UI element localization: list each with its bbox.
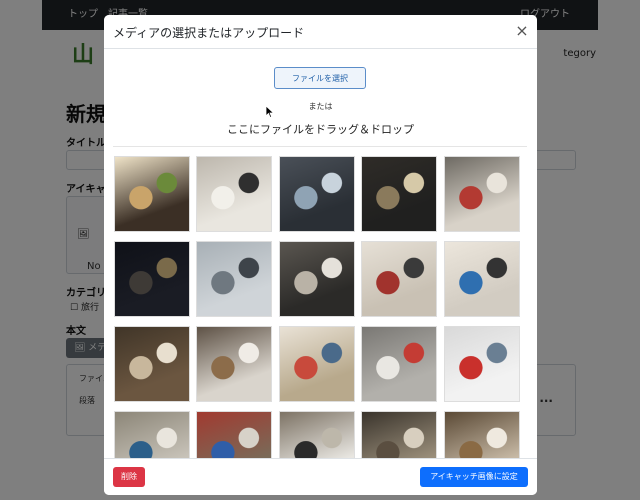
media-thumbnail-ticket-machine-photo[interactable] bbox=[444, 156, 520, 232]
close-icon[interactable]: × bbox=[515, 21, 529, 41]
media-thumbnail-wall-panel-photo[interactable] bbox=[279, 241, 355, 317]
set-eyecatch-button[interactable]: アイキャッチ画像に設定 bbox=[420, 467, 528, 487]
media-thumbnail-souvenir-shop-photo[interactable] bbox=[279, 326, 355, 402]
media-thumbnail-waiting-room-sign-photo[interactable] bbox=[279, 411, 355, 458]
media-grid: ファイルを選択 または ここにファイルをドラッグ＆ドロップ bbox=[104, 15, 537, 458]
media-thumbnail-vending-corner-photo[interactable] bbox=[361, 241, 437, 317]
media-thumbnail-station-hall-photo[interactable] bbox=[361, 326, 437, 402]
modal-footer: 削除 アイキャッチ画像に設定 bbox=[104, 458, 537, 495]
mouse-cursor-icon bbox=[266, 106, 274, 118]
drop-zone-text[interactable]: ここにファイルをドラッグ＆ドロップ bbox=[104, 121, 537, 137]
modal-title: メディアの選択またはアップロード bbox=[113, 26, 305, 40]
media-thumbnail-soba-bowl-photo[interactable] bbox=[114, 156, 190, 232]
media-thumbnail-drink-vending-photo[interactable] bbox=[196, 411, 272, 458]
media-thumbnail-soba-tray-photo[interactable] bbox=[361, 156, 437, 232]
modal-header: メディアの選択またはアップロード × bbox=[104, 15, 537, 49]
media-thumbnail-waiting-room-photo[interactable] bbox=[114, 411, 190, 458]
delete-button[interactable]: 削除 bbox=[113, 467, 145, 487]
media-thumbnail-bus-terminal-photo[interactable] bbox=[361, 411, 437, 458]
media-thumbnail-hallway-door-photo[interactable] bbox=[196, 326, 272, 402]
media-thumbnail-discount-coupon-photo[interactable] bbox=[196, 156, 272, 232]
media-thumbnail-sculpture-photo[interactable] bbox=[444, 411, 520, 458]
media-thumbnail-tea-cup-photo[interactable] bbox=[279, 156, 355, 232]
media-thumbnail-observation-deck-photo[interactable] bbox=[196, 241, 272, 317]
divider bbox=[113, 146, 527, 147]
or-text: または bbox=[308, 102, 333, 111]
media-thumbnail-restaurant-counter-photo[interactable] bbox=[114, 326, 190, 402]
media-thumbnail-vending-machine-photo[interactable] bbox=[444, 241, 520, 317]
media-thumbnail-highway-bus-photo[interactable] bbox=[444, 326, 520, 402]
media-modal: ファイルを選択 または ここにファイルをドラッグ＆ドロップ メディアの選択または… bbox=[104, 15, 537, 495]
file-select-button[interactable]: ファイルを選択 bbox=[274, 67, 366, 89]
media-thumbnail-night-city-view-photo[interactable] bbox=[114, 241, 190, 317]
